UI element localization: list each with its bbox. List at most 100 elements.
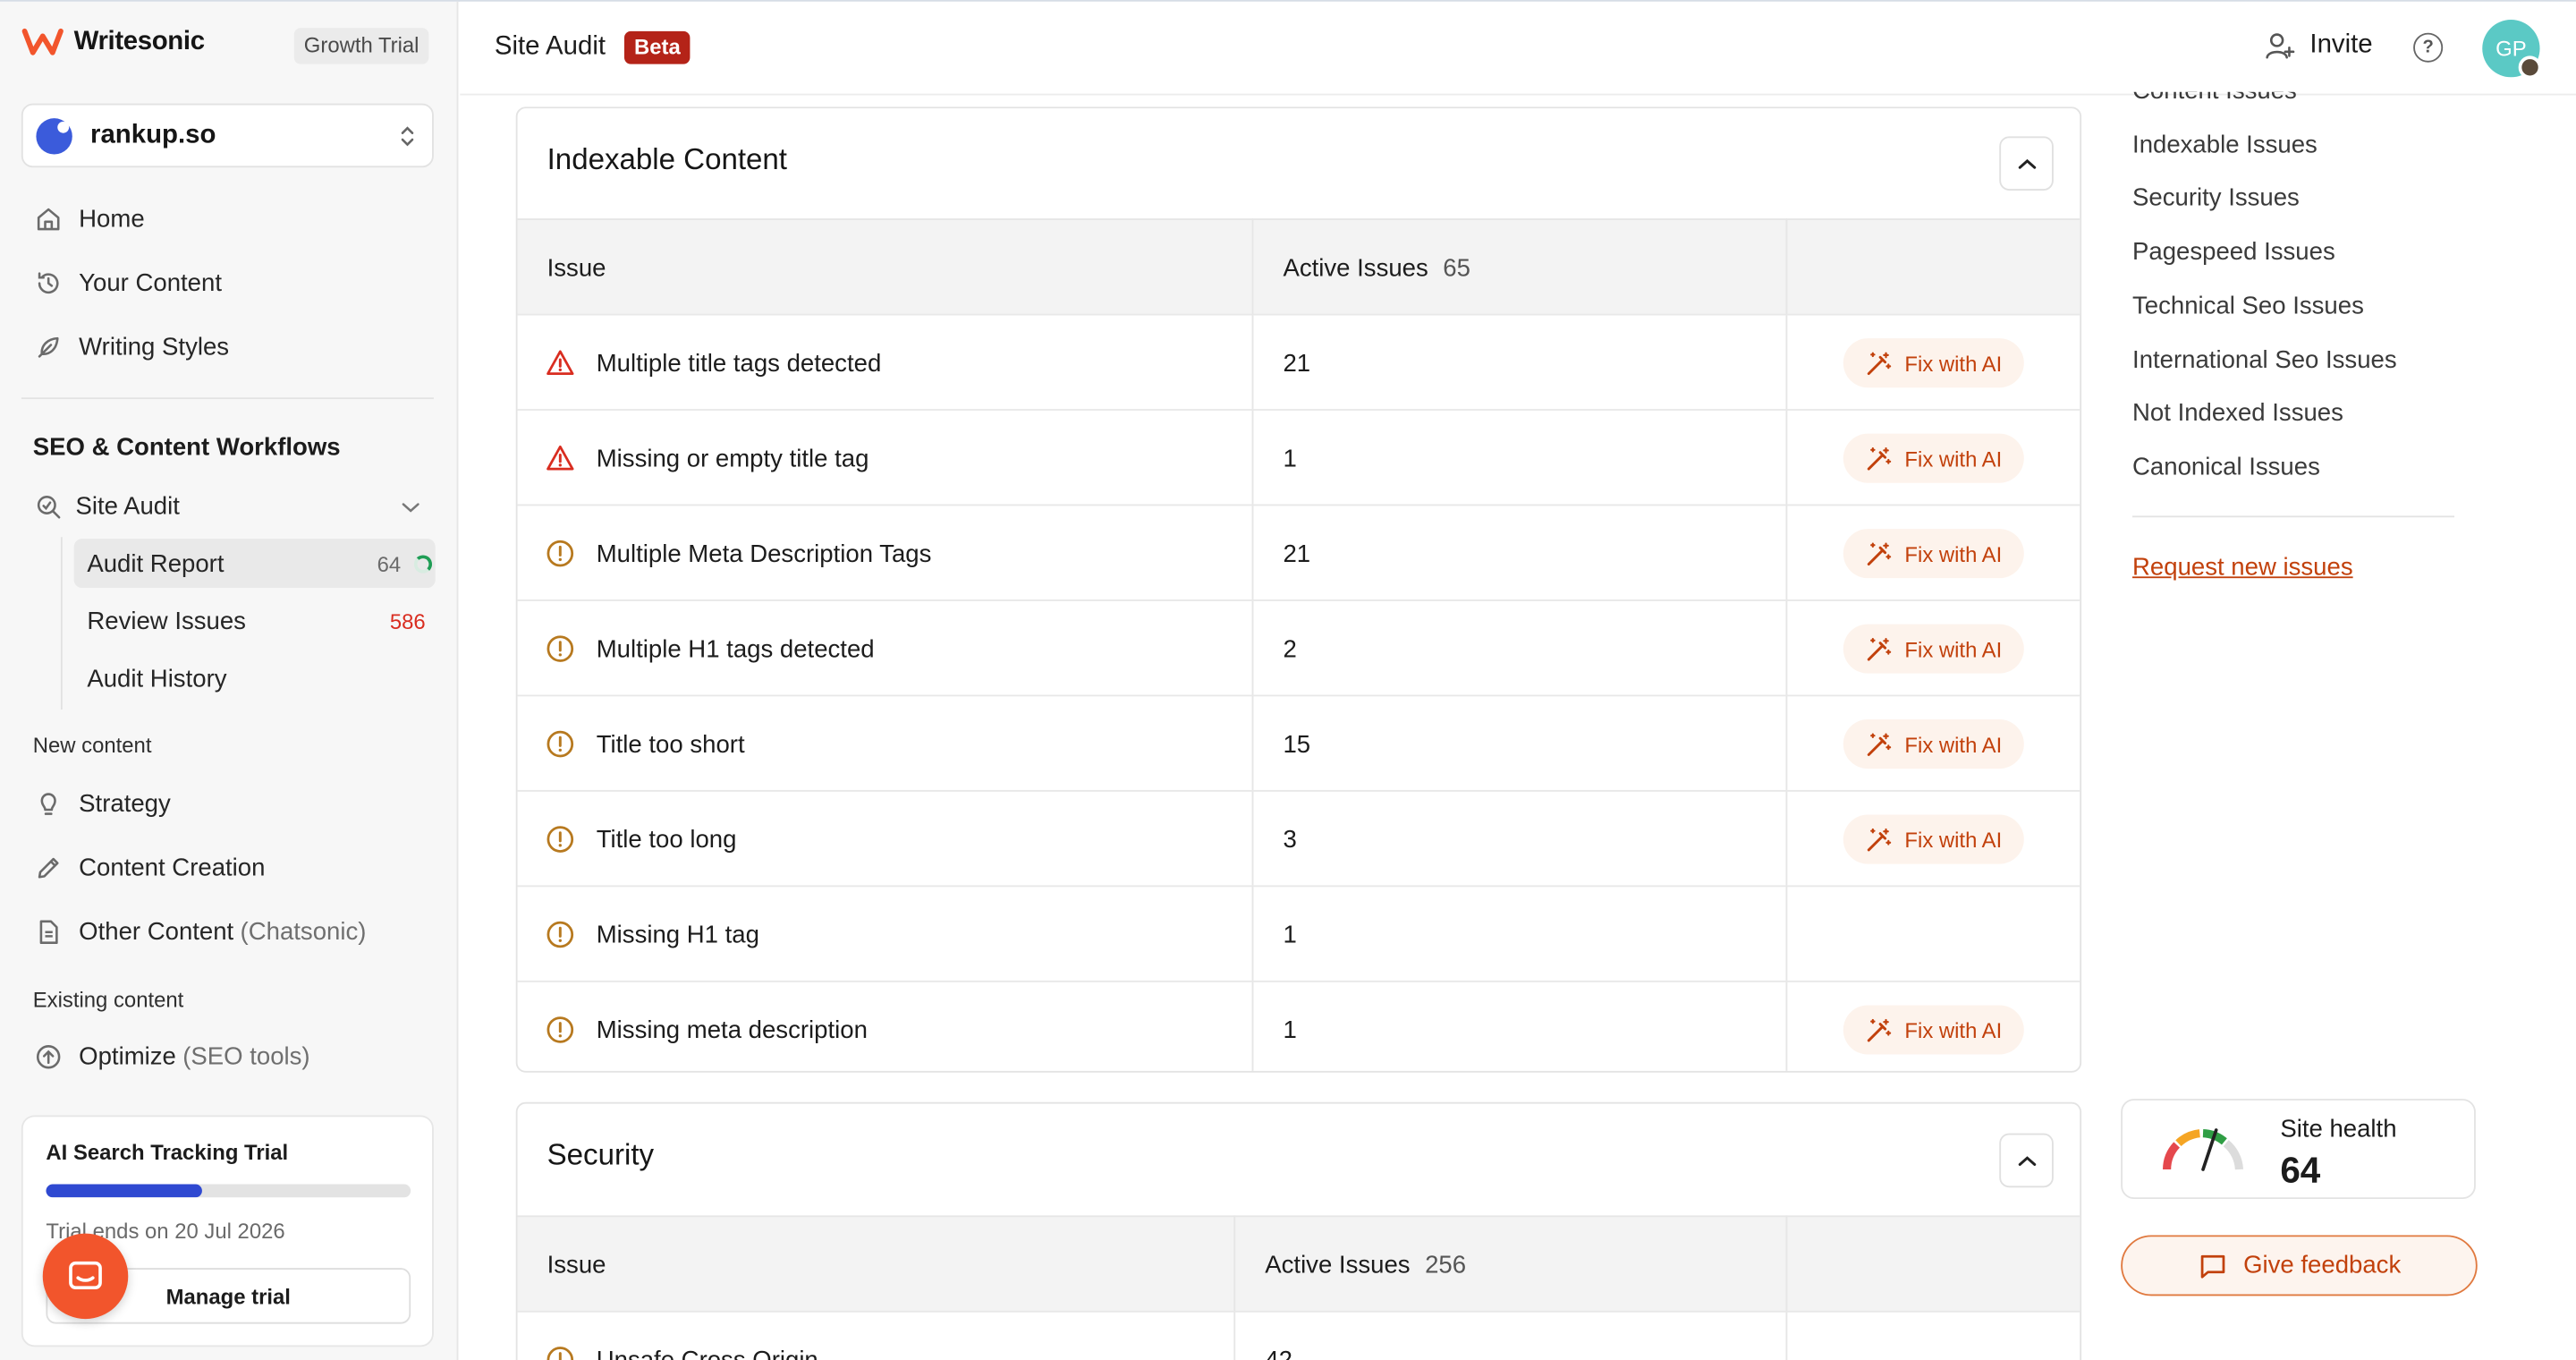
table-row[interactable]: Missing or empty title tag 1 Fix with AI (517, 409, 2080, 506)
fix-with-ai-button[interactable]: Fix with AI (1843, 814, 2024, 864)
table-row[interactable]: Missing H1 tag 1 (517, 885, 2080, 980)
user-avatar[interactable]: GP (2482, 20, 2542, 80)
page-title: Site Audit (494, 32, 606, 61)
alert-circle-icon (546, 920, 575, 949)
toc-item[interactable]: Pagespeed Issues (2132, 238, 2335, 266)
nav-site-audit[interactable]: Site Audit (33, 486, 434, 525)
issue-label: Title too long (596, 825, 737, 854)
workspace-name: rankup.so (90, 120, 216, 149)
fix-with-ai-label: Fix with AI (1904, 540, 2003, 566)
collapse-security-button[interactable] (1999, 1133, 2054, 1188)
nav-audit-report[interactable]: Audit Report 64 (73, 539, 436, 589)
workspace-selector[interactable]: rankup.so (21, 103, 434, 168)
brand-logo[interactable]: Writesonic (21, 28, 205, 57)
alert-circle-icon (546, 729, 575, 759)
issue-label: Missing or empty title tag (596, 444, 869, 472)
table-row[interactable]: Title too long 3 Fix with AI (517, 789, 2080, 885)
fix-with-ai-label: Fix with AI (1904, 350, 2003, 376)
issue-count: 1 (1283, 444, 1297, 472)
indexable-panel-title: Indexable Content (547, 142, 787, 176)
beta-badge: Beta (623, 30, 691, 64)
issue-cell: Missing or empty title tag (546, 411, 869, 506)
user-photo-badge (2518, 55, 2542, 80)
nav-strategy[interactable]: Strategy (33, 784, 171, 823)
issue-cell: Unsafe Cross Origin (546, 1313, 818, 1360)
chevron-up-icon (2017, 158, 2036, 168)
fix-with-ai-button[interactable]: Fix with AI (1843, 338, 2024, 388)
chevron-down-icon[interactable] (401, 492, 420, 520)
invite-button[interactable]: Invite (2264, 30, 2373, 63)
new-content-section-title: New content (32, 732, 152, 758)
toc-item[interactable]: Technical Seo Issues (2132, 292, 2364, 319)
nav-content-creation[interactable]: Content Creation (33, 847, 265, 887)
chevron-up-icon (2017, 1155, 2036, 1166)
nav-site-audit-label: Site Audit (75, 491, 180, 520)
nav-strategy-label: Strategy (79, 789, 171, 818)
toc-item[interactable]: Canonical Issues (2132, 453, 2320, 480)
issue-count: 21 (1283, 540, 1311, 568)
table-row[interactable]: Multiple Meta Description Tags 21 Fix with… (517, 504, 2080, 599)
collapse-indexable-button[interactable] (1999, 136, 2054, 191)
workspace-avatar (36, 117, 72, 154)
existing-content-section-title: Existing content (32, 987, 184, 1012)
toc-item[interactable]: Security Issues (2132, 184, 2300, 212)
issue-label: Multiple H1 tags detected (596, 634, 875, 663)
audit-report-score: 64 (377, 550, 402, 576)
chat-launcher-button[interactable] (42, 1233, 129, 1320)
sidebar-divider (21, 397, 434, 400)
trial-card-title: AI Search Tracking Trial (46, 1139, 289, 1165)
writesonic-logo-icon (21, 28, 64, 55)
nav-home[interactable]: Home (33, 199, 145, 238)
magic-wand-icon (1865, 634, 1893, 662)
col-active-header: Active Issues 65 (1283, 220, 1470, 315)
col-issue-header: Issue (547, 1217, 606, 1312)
search-audit-icon (33, 491, 63, 521)
seo-section-title: SEO & Content Workflows (32, 433, 341, 462)
security-table-header: Issue Active Issues 256 (517, 1215, 2080, 1312)
nav-other-content[interactable]: Other Content (Chatsonic) (33, 912, 367, 951)
alert-circle-icon (546, 825, 575, 854)
sidebar: Writesonic Growth Trial rankup.so Home Y… (0, 1, 459, 1360)
chevron-updown-icon (399, 123, 415, 149)
issue-cell: Multiple title tags detected (546, 315, 881, 410)
col-issue-header: Issue (547, 220, 606, 315)
table-row[interactable]: Title too short 15 Fix with AI (517, 694, 2080, 791)
magic-wand-icon (1865, 349, 1893, 377)
magic-wand-icon (1865, 445, 1893, 472)
table-row[interactable]: Unsafe Cross Origin 42 (517, 1310, 2080, 1360)
nav-your-content-label: Your Content (79, 268, 222, 297)
subnav-guide-line (60, 537, 63, 710)
nav-optimize-suffix: (SEO tools) (182, 1041, 310, 1070)
feather-icon (33, 332, 63, 361)
nav-your-content[interactable]: Your Content (33, 263, 222, 302)
toc-item[interactable]: Indexable Issues (2132, 131, 2318, 158)
fix-with-ai-label: Fix with AI (1904, 636, 2003, 661)
nav-review-issues[interactable]: Review Issues 586 (74, 596, 436, 645)
toc-item[interactable]: International Seo Issues (2132, 345, 2397, 373)
issue-count: 15 (1283, 729, 1311, 759)
alert-circle-icon (546, 1015, 575, 1044)
table-row[interactable]: Multiple H1 tags detected 2 Fix with AI (517, 599, 2080, 694)
col-issue-label: Issue (547, 253, 606, 282)
fix-with-ai-label: Fix with AI (1904, 827, 2003, 852)
fix-with-ai-button[interactable]: Fix with AI (1843, 529, 2024, 579)
fix-with-ai-button[interactable]: Fix with AI (1843, 1005, 2024, 1055)
table-row[interactable]: Multiple title tags detected 21 Fix with A… (517, 313, 2080, 410)
give-feedback-button[interactable]: Give feedback (2121, 1235, 2478, 1296)
issue-count: 42 (1265, 1346, 1292, 1360)
nav-audit-history[interactable]: Audit History (74, 654, 436, 703)
help-icon[interactable]: ? (2413, 32, 2444, 63)
site-health-card[interactable]: Site health 64 (2121, 1099, 2476, 1200)
table-row[interactable]: Missing meta description 1 Fix with AI (517, 980, 2080, 1071)
fix-with-ai-button[interactable]: Fix with AI (1843, 624, 2024, 674)
nav-other-content-suffix: (Chatsonic) (240, 917, 367, 946)
nav-optimize[interactable]: Optimize (SEO tools) (33, 1036, 310, 1075)
toc-item[interactable]: Not Indexed Issues (2132, 399, 2343, 427)
nav-writing-styles[interactable]: Writing Styles (33, 327, 229, 366)
fix-with-ai-button[interactable]: Fix with AI (1843, 433, 2024, 483)
request-new-issues-link[interactable]: Request new issues (2132, 554, 2353, 582)
give-feedback-label: Give feedback (2243, 1251, 2402, 1280)
issue-cell: Title too short (546, 696, 745, 791)
issue-label: Title too short (596, 729, 745, 759)
fix-with-ai-button[interactable]: Fix with AI (1843, 719, 2024, 769)
